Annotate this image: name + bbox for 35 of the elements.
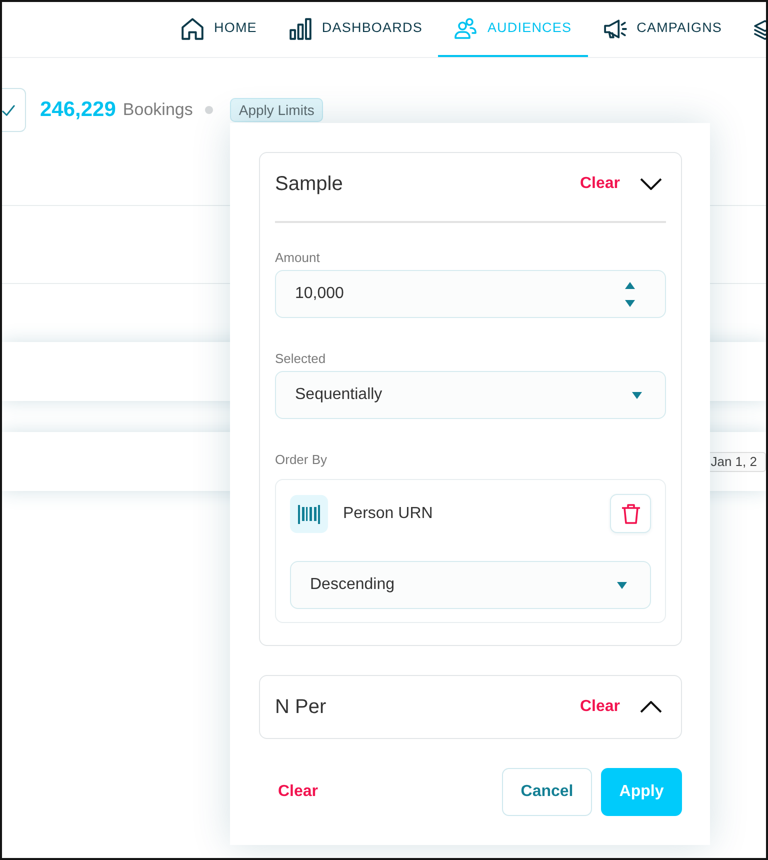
field-name: Person URN (343, 504, 434, 524)
field-label: Amount (275, 250, 321, 266)
apply-limits-tag[interactable]: Apply Limits (230, 98, 324, 122)
field-label: Selected (275, 351, 327, 367)
caret-down-icon[interactable] (617, 582, 627, 588)
bar-chart-icon (288, 18, 312, 40)
caret-down-icon[interactable] (632, 392, 642, 398)
layers-icon[interactable] (754, 18, 766, 40)
people-icon (454, 18, 478, 40)
caret-up-icon[interactable] (625, 282, 635, 288)
trash-icon (620, 502, 640, 524)
select-field[interactable]: Sequentially (275, 371, 666, 419)
caret-down-icon[interactable] (625, 300, 635, 306)
nav-tab[interactable]: DASHBOARDS (272, 2, 438, 57)
chevron-down-icon[interactable] (640, 178, 662, 190)
chevron-up-icon[interactable] (640, 701, 662, 713)
home-icon (181, 18, 204, 40)
nav-tab[interactable]: HOME (165, 2, 273, 57)
section-title: Sample (275, 172, 344, 197)
cancel-button[interactable]: Cancel (502, 768, 592, 816)
clear-button[interactable]: Clear (580, 695, 620, 719)
number-field[interactable]: 10,000 (275, 270, 666, 318)
delete-button[interactable] (610, 494, 651, 533)
booking-count: 246,229 (40, 97, 116, 124)
barcode-icon (290, 494, 328, 532)
clear-button[interactable]: Clear (580, 172, 620, 196)
nav-tab[interactable]: CAMPAIGNS (588, 2, 738, 57)
bookings-label: Bookings (122, 99, 193, 122)
select-field[interactable]: Descending (290, 561, 651, 609)
megaphone-icon (604, 18, 627, 40)
separator-dot-icon (204, 106, 213, 114)
check-icon (2, 104, 15, 116)
clear-all-button[interactable]: Clear (278, 780, 318, 804)
field-label: Order By (275, 452, 328, 468)
section-title: N Per (275, 695, 328, 720)
